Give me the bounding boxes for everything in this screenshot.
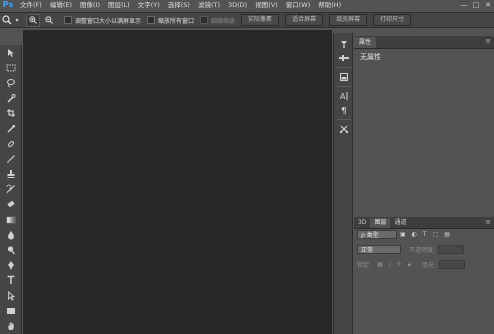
- scrubby-zoom-label: 细微缩放: [211, 17, 236, 25]
- tool-preset-chevron-icon[interactable]: ▾: [14, 14, 20, 26]
- zoom-all-checkbox[interactable]: [147, 16, 156, 24]
- photoshop-logo: Ps: [2, 0, 14, 9]
- fit-screen-button[interactable]: 适合屏幕: [285, 14, 324, 26]
- dodge-tool-icon[interactable]: [0, 242, 22, 257]
- print-size-button[interactable]: 打印尺寸: [373, 14, 412, 26]
- menu-layer[interactable]: 图层(L): [104, 0, 134, 10]
- restore-button[interactable]: □: [470, 0, 482, 10]
- fill-field[interactable]: [439, 260, 465, 269]
- zoom-all-label: 缩放所有窗口: [158, 17, 195, 25]
- clone-stamp-tool-icon[interactable]: [0, 167, 22, 182]
- character-icon[interactable]: A: [334, 89, 354, 103]
- panel-dock: A ¶: [333, 33, 353, 334]
- dock-divider: [337, 119, 351, 120]
- layer-filter-row: ρ 类型 ▣ ◐ T ⬚ ▤: [357, 230, 453, 239]
- lock-all-icon[interactable]: 🔒︎: [408, 261, 411, 269]
- history-icon[interactable]: [334, 37, 354, 51]
- layers-panel: 3D 图层 通道 ≡ ρ 类型 ▣ ◐ T ⬚ ▤ 正常 不透明度: 锁定: ▦…: [354, 217, 494, 334]
- quick-selection-tool-icon[interactable]: [0, 91, 22, 106]
- window-controls: — □ ✕: [458, 0, 494, 10]
- tools-panel: [0, 45, 22, 334]
- eraser-tool-icon[interactable]: [0, 197, 22, 212]
- close-button[interactable]: ✕: [482, 0, 494, 10]
- opacity-label: 不透明度:: [409, 247, 436, 254]
- canvas-area[interactable]: [23, 30, 332, 334]
- tab-channels[interactable]: 通道: [390, 218, 410, 228]
- tab-3d[interactable]: 3D: [354, 218, 370, 228]
- menu-window[interactable]: 窗口(W): [282, 0, 315, 10]
- brush-presets-icon[interactable]: [334, 51, 354, 65]
- menu-image[interactable]: 图像(I): [76, 0, 104, 10]
- dock-divider: [337, 67, 351, 68]
- lasso-tool-icon[interactable]: [0, 75, 22, 90]
- resize-windows-checkbox[interactable]: [64, 16, 72, 24]
- lock-row: 锁定: ▦ ∕ ✛ 🔒︎ 填充:: [357, 260, 465, 269]
- menu-bar: Ps 文件(F) 编辑(E) 图像(I) 图层(L) 文字(Y) 选择(S) 滤…: [0, 0, 494, 10]
- lock-transparent-icon[interactable]: ▦: [377, 261, 383, 268]
- options-bar: ▾ 调整窗口大小以满屏显示 缩放所有窗口 细微缩放 实际像素 适合屏幕 填充屏幕…: [0, 12, 494, 28]
- history-brush-tool-icon[interactable]: [0, 182, 22, 197]
- blend-row: 正常 不透明度:: [357, 245, 465, 254]
- rectangle-tool-icon[interactable]: [0, 303, 22, 318]
- menu-edit[interactable]: 编辑(E): [46, 0, 76, 10]
- menu-help[interactable]: 帮助(H): [314, 0, 345, 10]
- move-tool-icon[interactable]: [0, 45, 22, 60]
- eyedropper-tool-icon[interactable]: [0, 121, 22, 136]
- lock-image-icon[interactable]: ∕: [389, 261, 391, 268]
- panel-menu-icon[interactable]: ≡: [485, 218, 491, 226]
- menu-view[interactable]: 视图(V): [251, 0, 282, 10]
- type-tool-icon[interactable]: [0, 273, 22, 288]
- svg-text:A: A: [340, 92, 346, 101]
- pen-tool-icon[interactable]: [0, 258, 22, 273]
- type-filter-icon[interactable]: T: [423, 231, 427, 238]
- shape-filter-icon[interactable]: ⬚: [433, 231, 439, 238]
- tab-layers[interactable]: 图层: [370, 218, 391, 228]
- hand-tool-icon[interactable]: [0, 318, 22, 333]
- paragraph-icon[interactable]: ¶: [334, 103, 354, 117]
- adjustments-icon[interactable]: [334, 70, 354, 84]
- fill-screen-button[interactable]: 填充屏幕: [329, 14, 368, 26]
- healing-brush-tool-icon[interactable]: [0, 136, 22, 151]
- properties-body: 无属性: [360, 53, 381, 61]
- tab-properties[interactable]: 属性: [354, 37, 377, 48]
- path-selection-tool-icon[interactable]: [0, 288, 22, 303]
- properties-panel: 属性 ≡ 无属性: [354, 36, 494, 212]
- menu-filter[interactable]: 滤镜(T): [194, 0, 224, 10]
- adjustment-filter-icon[interactable]: ◐: [412, 231, 417, 238]
- lock-position-icon[interactable]: ✛: [397, 261, 402, 268]
- panel-menu-icon[interactable]: ≡: [485, 37, 491, 45]
- zoom-tool-icon[interactable]: [0, 14, 14, 26]
- resize-windows-label: 调整窗口大小以满屏显示: [75, 17, 142, 25]
- zoom-in-icon[interactable]: [26, 13, 40, 27]
- smart-object-filter-icon[interactable]: ▤: [444, 231, 450, 238]
- actual-pixels-button[interactable]: 实际像素: [241, 14, 280, 26]
- scrubby-zoom-checkbox[interactable]: [200, 16, 209, 24]
- lock-label: 锁定:: [357, 262, 372, 269]
- zoom-out-icon[interactable]: [42, 14, 56, 27]
- gradient-tool-icon[interactable]: [0, 212, 22, 227]
- properties-tabbar: 属性: [354, 36, 494, 49]
- menu-type[interactable]: 文字(Y): [134, 0, 164, 10]
- dock-divider: [337, 86, 351, 87]
- menu-select[interactable]: 选择(S): [164, 0, 194, 10]
- blur-tool-icon[interactable]: [0, 227, 22, 242]
- marquee-tool-icon[interactable]: [0, 60, 22, 75]
- blend-mode-select[interactable]: 正常: [357, 245, 401, 254]
- layers-tabbar: 3D 图层 通道: [354, 217, 494, 229]
- menu-file[interactable]: 文件(F): [16, 0, 46, 10]
- brush-tool-icon[interactable]: [0, 151, 22, 166]
- fill-label: 填充:: [421, 262, 436, 269]
- crop-tool-icon[interactable]: [0, 106, 22, 121]
- layer-kind-filter[interactable]: ρ 类型: [357, 230, 397, 239]
- image-filter-icon[interactable]: ▣: [400, 231, 406, 238]
- menu-3d[interactable]: 3D(D): [224, 0, 251, 10]
- minimize-button[interactable]: —: [458, 0, 470, 10]
- opacity-field[interactable]: [438, 245, 465, 254]
- svg-text:¶: ¶: [341, 107, 347, 116]
- tool-presets-icon[interactable]: [334, 122, 354, 136]
